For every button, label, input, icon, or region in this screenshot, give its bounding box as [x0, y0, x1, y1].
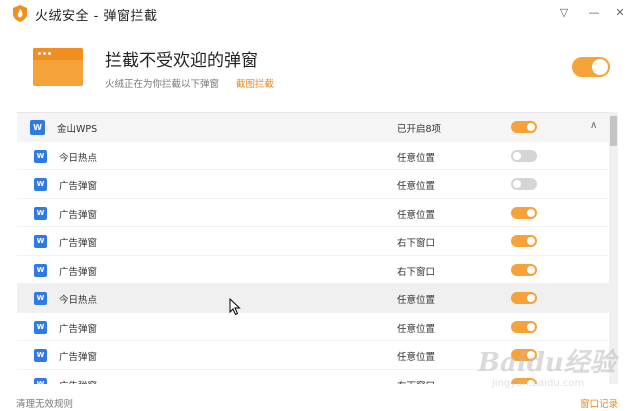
rule-name: 广告弹窗 [59, 378, 97, 385]
rule-name: 广告弹窗 [59, 352, 98, 363]
rule-row[interactable]: W 今日热点 任意位置 [17, 141, 618, 170]
close-icon[interactable]: ✕ [611, 5, 629, 21]
rule-row[interactable]: W 广告弹窗 任意位置 [17, 170, 618, 199]
wps-icon: W [34, 149, 47, 163]
rule-row[interactable]: W 广告弹窗 右下窗口 [17, 227, 618, 256]
rule-row[interactable]: W 广告弹窗 右下窗口 [17, 255, 618, 284]
minimize-icon[interactable]: — [585, 5, 603, 21]
rule-toggle[interactable] [511, 292, 537, 304]
window-title: 火绒安全 - 弹窗拦截 [35, 9, 158, 24]
wps-icon: W [34, 206, 47, 220]
rule-name: 广告弹窗 [59, 266, 98, 278]
rule-toggle[interactable] [511, 149, 537, 162]
watermark-text: Baidu经验 [478, 348, 616, 378]
rule-name: 广告弹窗 [59, 323, 98, 335]
group-row-wps[interactable]: W 金山WPS 已开启8项 ∧ [17, 113, 618, 142]
rule-name: 广告弹窗 [59, 181, 98, 192]
page-title: 拦截不受欢迎的弹窗 [105, 51, 258, 71]
wps-icon: W [34, 263, 47, 277]
rule-position: 任意位置 [397, 209, 436, 221]
group-status: 已开启8项 [397, 124, 442, 135]
collapse-chevron-icon[interactable]: ∧ [590, 120, 597, 131]
group-toggle[interactable] [511, 121, 537, 133]
page-subtitle: 火绒正在为你拦截以下弹窗 [105, 79, 220, 90]
rule-position: 右下窗口 [397, 378, 435, 385]
popup-window-icon [33, 48, 83, 86]
rule-row[interactable]: W 广告弹窗 任意位置 [17, 198, 618, 227]
mouse-cursor-icon [229, 298, 241, 316]
rule-position: 右下窗口 [397, 266, 436, 278]
rule-position: 任意位置 [397, 352, 436, 363]
rule-row[interactable]: W 今日热点 任意位置 [17, 284, 618, 313]
rule-position: 任意位置 [397, 152, 436, 164]
baidu-watermark: Baidu经验 jingyan.baidu.com [478, 340, 628, 400]
rule-toggle[interactable] [511, 206, 537, 219]
rule-name: 广告弹窗 [59, 238, 98, 249]
rule-position: 任意位置 [397, 181, 436, 192]
dropdown-menu-icon[interactable]: ▽ [555, 5, 573, 21]
wps-icon: W [34, 349, 47, 362]
group-name: 金山WPS [57, 124, 98, 135]
master-toggle[interactable] [572, 57, 610, 77]
rule-toggle[interactable] [511, 263, 537, 276]
scrollbar-thumb[interactable] [610, 116, 617, 146]
rule-toggle[interactable] [511, 178, 537, 190]
rule-position: 任意位置 [397, 323, 436, 335]
clear-invalid-rules-link[interactable]: 清理无效规则 [16, 396, 73, 410]
rule-name: 今日热点 [59, 295, 98, 306]
wps-icon: W [34, 320, 47, 334]
title-bar: 火绒安全 - 弹窗拦截 ▽ — ✕ [0, 0, 635, 28]
watermark-url: jingyan.baidu.com [492, 378, 585, 389]
screenshot-block-link[interactable]: 截图拦截 [236, 76, 274, 90]
wps-icon: W [34, 377, 47, 384]
rule-toggle[interactable] [511, 235, 537, 247]
wps-icon: W [34, 235, 47, 248]
rule-position: 任意位置 [397, 295, 436, 306]
wps-icon: W [34, 178, 47, 191]
wps-icon: W [34, 292, 47, 305]
huorong-logo-icon [13, 5, 27, 22]
rule-name: 广告弹窗 [59, 209, 98, 221]
rule-name: 今日热点 [59, 152, 98, 164]
wps-icon: W [30, 120, 45, 135]
rule-position: 右下窗口 [397, 238, 436, 249]
rule-toggle[interactable] [511, 320, 537, 333]
rule-row[interactable]: W 广告弹窗 任意位置 [17, 312, 618, 341]
